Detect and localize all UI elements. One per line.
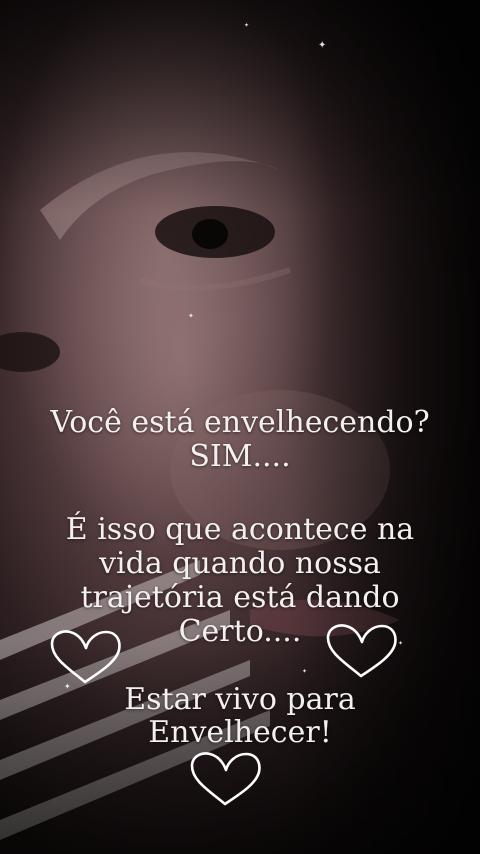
heart-outline-icon — [326, 624, 397, 678]
sparkle-icon: ✦ — [244, 22, 250, 29]
caption-paragraph-line-3: trajetória está dando — [80, 580, 400, 615]
sparkle-icon: ✦ — [318, 40, 327, 51]
caption-question: Você está envelhecendo? — [50, 405, 430, 440]
caption-answer: SIM.... — [189, 439, 291, 474]
heart-outline-icon — [50, 630, 121, 684]
sparkle-icon: ✦ — [302, 668, 308, 675]
heart-outline-icon — [190, 752, 261, 806]
caption-closing-line-2: Envelhecer! — [148, 715, 332, 750]
caption-paragraph-line-2: vida quando nossa — [99, 546, 381, 581]
caption-paragraph-line-1: É isso que acontece na — [65, 512, 415, 547]
caption-closing-line-1: Estar vivo para — [124, 682, 356, 717]
sparkle-icon: ✦ — [188, 312, 194, 320]
